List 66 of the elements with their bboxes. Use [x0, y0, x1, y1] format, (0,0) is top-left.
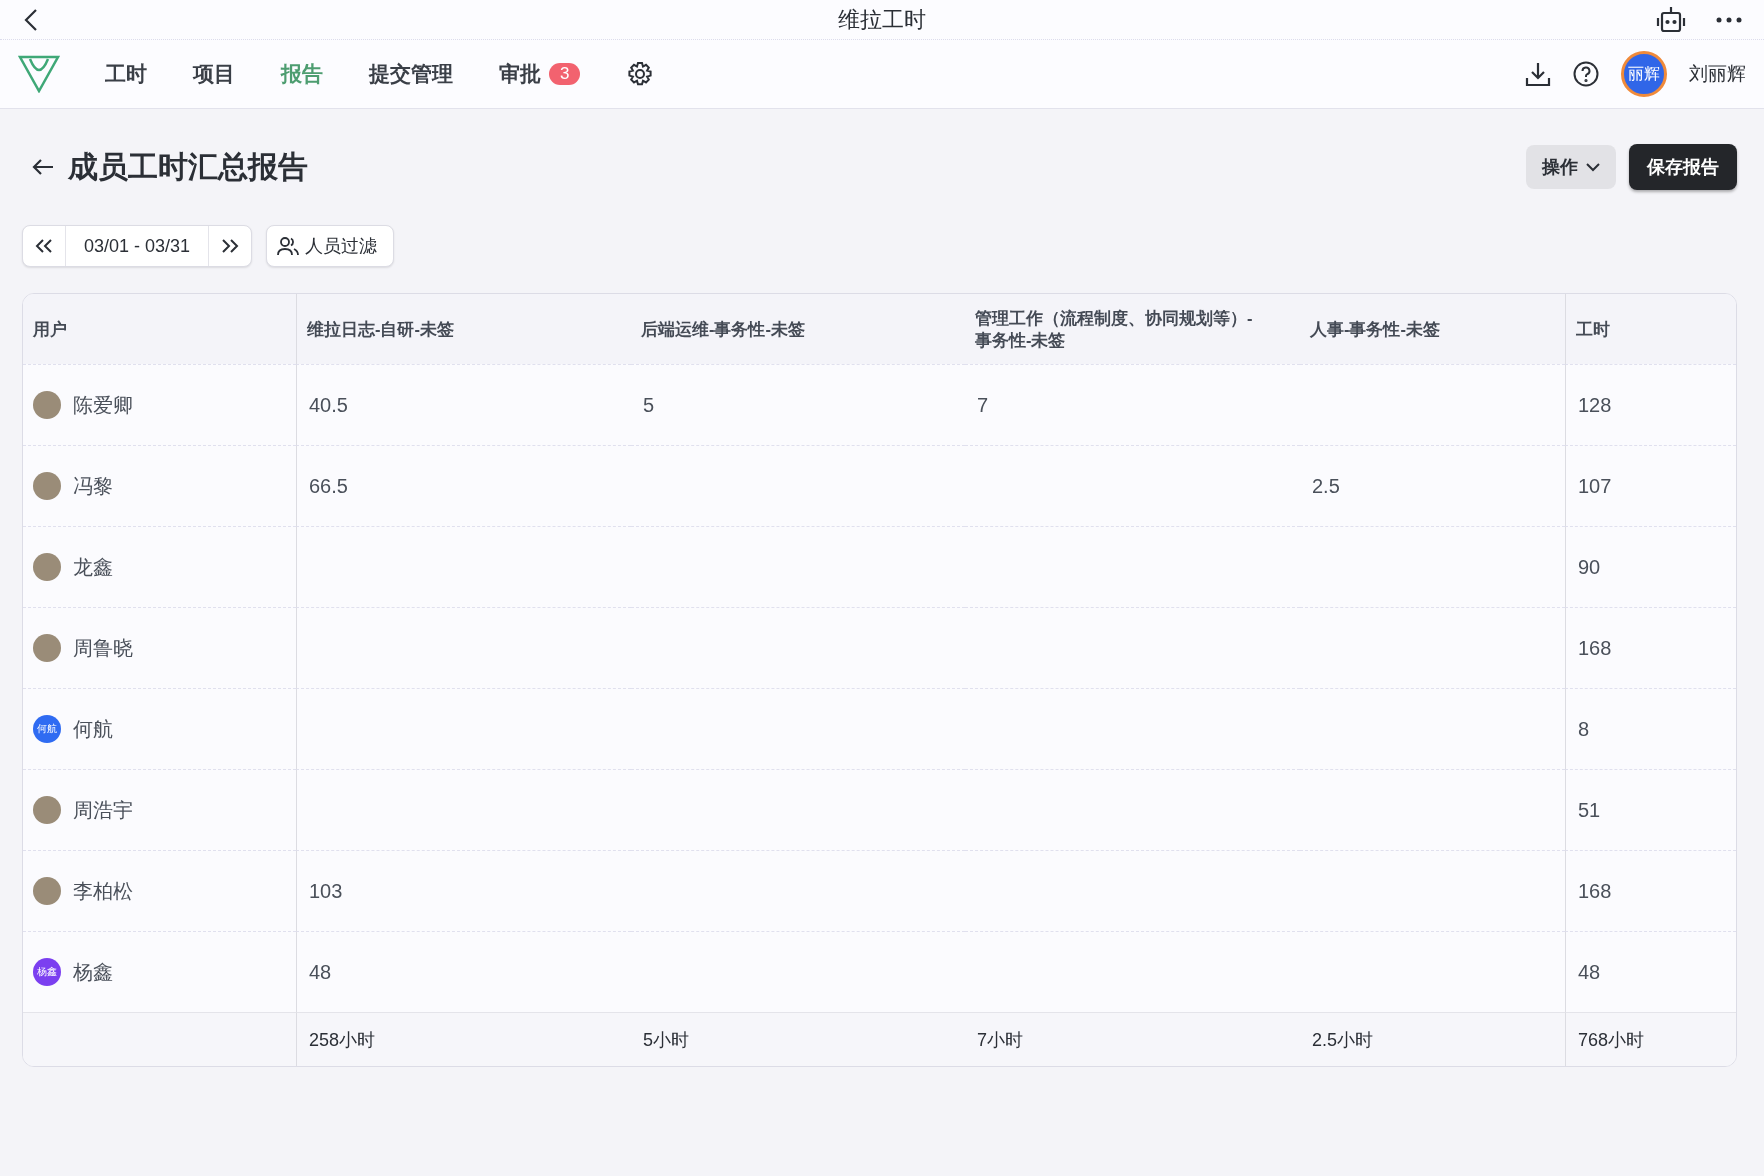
hours-cell: 5 [643, 393, 655, 417]
total-hours-cell: 48 [1578, 960, 1601, 984]
window-title: 维拉工时 [838, 6, 926, 32]
hours-cell: 40.5 [309, 393, 348, 417]
avatar-photo-placeholder [33, 877, 61, 905]
total-hours-cell: 168 [1578, 636, 1612, 660]
avatar-photo-placeholder [33, 553, 61, 581]
chevron-down-icon [1586, 162, 1600, 172]
column-total: 768小时 [1578, 1028, 1645, 1052]
actions-dropdown[interactable]: 操作 [1526, 145, 1616, 189]
nav-tab[interactable]: 项目 [170, 52, 258, 96]
hours-cell: 2.5 [1312, 474, 1340, 498]
page-title: 成员工时汇总报告 [68, 148, 308, 185]
column-header: 维拉日志-自研-未签 [296, 294, 631, 364]
avatar-photo-placeholder [33, 634, 61, 662]
user-name-cell-text: 冯黎 [73, 473, 113, 499]
user-name-cell-text: 李柏松 [73, 878, 133, 904]
column-header: 用户 [23, 294, 296, 364]
user-name-cell-text: 陈爱卿 [73, 392, 133, 418]
user-name-cell-text: 何航 [73, 716, 113, 742]
user-avatar: 何航 [33, 715, 61, 743]
hours-cell: 48 [309, 960, 332, 984]
total-hours-cell: 128 [1578, 393, 1612, 417]
nav-tab[interactable]: 提交管理 [346, 52, 476, 96]
column-total: 258小时 [309, 1028, 376, 1052]
total-hours-cell: 90 [1578, 555, 1601, 579]
avatar-photo-placeholder [33, 472, 61, 500]
logo-icon[interactable] [18, 55, 60, 93]
user-name[interactable]: 刘丽辉 [1689, 61, 1746, 87]
double-chevron-right-icon [221, 239, 240, 253]
column-total: 2.5小时 [1312, 1028, 1374, 1052]
more-icon[interactable] [1716, 16, 1742, 23]
user-name-cell-text: 周浩宇 [73, 797, 133, 823]
avatar-photo-placeholder [33, 391, 61, 419]
user-avatar: 杨鑫 [33, 958, 61, 986]
back-icon[interactable] [24, 7, 38, 32]
column-header: 工时 [1565, 294, 1736, 364]
help-icon[interactable] [1573, 61, 1599, 87]
count-badge: 3 [549, 63, 581, 85]
back-arrow-icon[interactable] [32, 158, 54, 176]
column-total: 7小时 [977, 1028, 1023, 1052]
nav-tab[interactable]: 工时 [82, 52, 170, 96]
user-name-cell-text: 龙鑫 [73, 554, 113, 580]
column-total: 5小时 [643, 1028, 689, 1052]
total-hours-cell: 8 [1578, 717, 1590, 741]
hours-cell: 103 [309, 879, 343, 903]
double-chevron-left-icon [35, 239, 53, 253]
column-header: 人事-事务性-未签 [1300, 294, 1565, 364]
user-name-cell-text: 杨鑫 [73, 959, 113, 985]
total-hours-cell: 168 [1578, 879, 1612, 903]
column-header: 管理工作（流程制度、协同规划等）-事务性-未签 [965, 294, 1300, 364]
total-hours-cell: 51 [1578, 798, 1601, 822]
people-icon [277, 236, 300, 256]
nav-tab[interactable]: 审批 3 [476, 52, 604, 96]
settings-icon[interactable] [627, 61, 654, 87]
column-header: 后端运维-事务性-未签 [631, 294, 965, 364]
hours-cell: 7 [977, 393, 989, 417]
hours-cell: 66.5 [309, 474, 348, 498]
user-avatar[interactable]: 丽辉 [1621, 51, 1667, 97]
download-icon[interactable] [1525, 61, 1551, 87]
robot-icon[interactable] [1656, 6, 1686, 33]
total-hours-cell: 107 [1578, 474, 1612, 498]
user-name-cell-text: 周鲁晓 [73, 635, 133, 661]
people-filter-button[interactable]: 人员过滤 [266, 225, 395, 267]
avatar-photo-placeholder [33, 796, 61, 824]
save-report-button[interactable]: 保存报告 [1629, 144, 1737, 190]
